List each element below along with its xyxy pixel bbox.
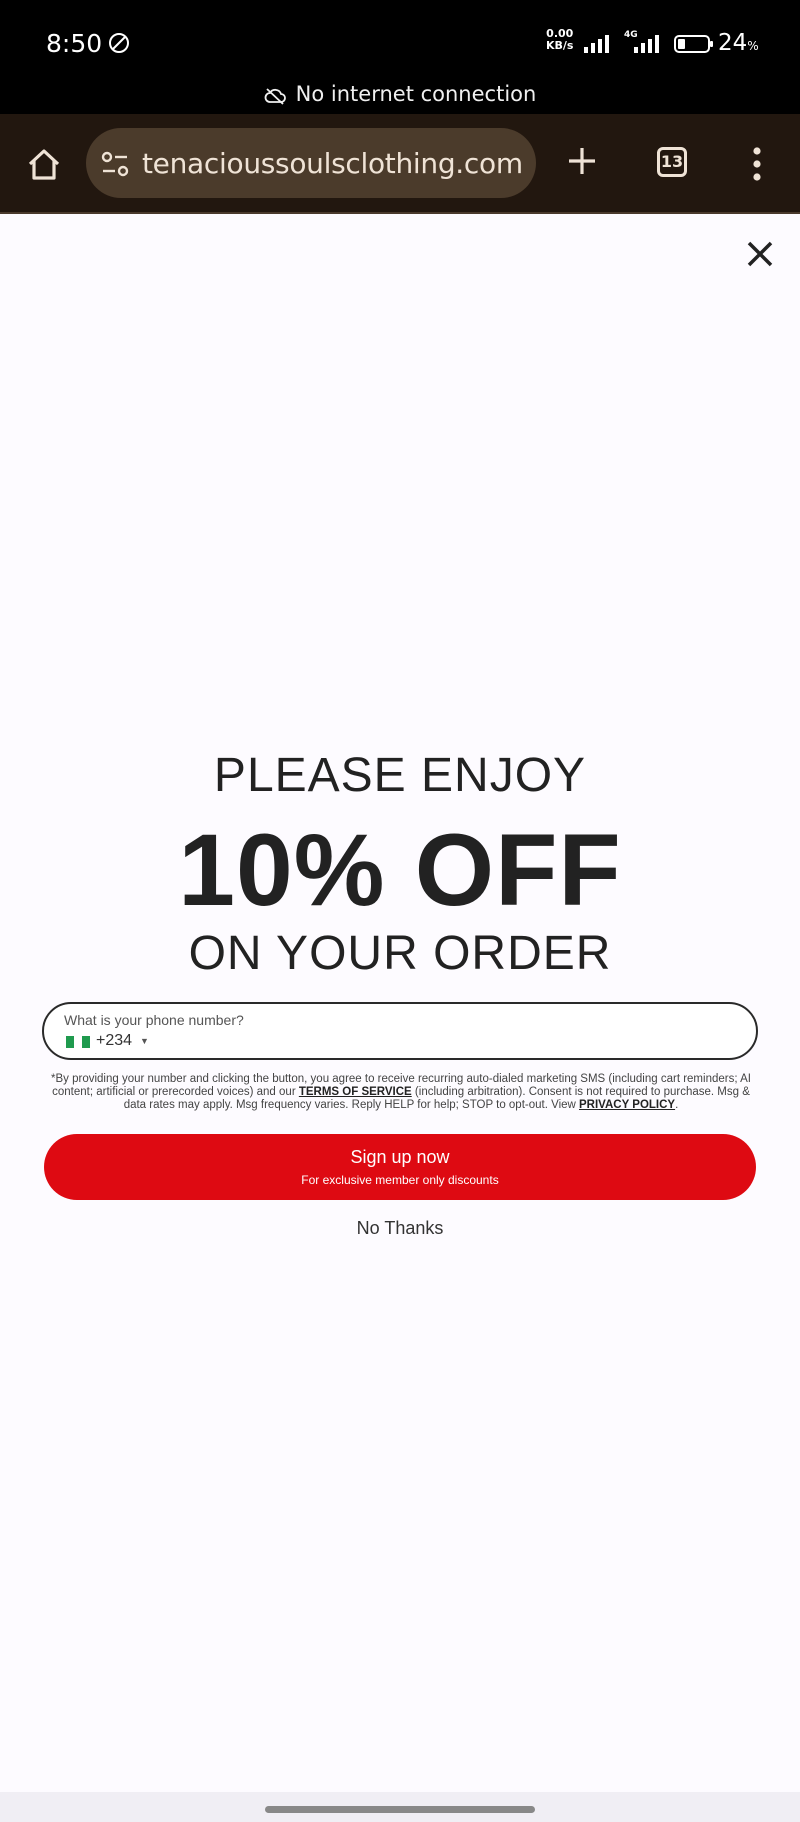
signal-strength-icon	[584, 35, 609, 53]
offer-headline-bottom: ON YOUR ORDER	[188, 927, 612, 980]
sms-consent-disclaimer: *By providing your number and clicking t…	[48, 1073, 754, 1112]
country-code[interactable]: +234	[96, 1032, 132, 1050]
battery-percent-unit: %	[747, 39, 759, 53]
address-bar[interactable]: tenacioussoulsclothing.com	[86, 128, 536, 198]
chevron-down-icon[interactable]: ▼	[140, 1036, 149, 1046]
offline-message: No internet connection	[295, 82, 537, 106]
home-gesture-handle[interactable]	[265, 1806, 535, 1813]
tab-switcher-button[interactable]: 13	[657, 147, 687, 177]
nigeria-flag-icon[interactable]	[66, 1036, 90, 1048]
cloud-off-icon	[264, 88, 286, 105]
privacy-policy-link[interactable]: PRIVACY POLICY	[579, 1099, 675, 1111]
network-speed-unit: KB/s	[546, 39, 574, 52]
network-speed: 0.00 KB/s	[546, 28, 573, 52]
status-time: 8:50	[46, 29, 103, 58]
browser-toolbar: tenacioussoulsclothing.com 13	[0, 114, 800, 214]
disclaimer-text: .	[675, 1099, 679, 1111]
status-bar: 8:50 0.00 KB/s 4G 24% No internet connec…	[0, 0, 800, 114]
battery-icon	[674, 35, 713, 53]
phone-field-label: What is your phone number?	[64, 1012, 244, 1028]
home-icon[interactable]	[24, 144, 64, 184]
offer-headline-top: PLEASE ENJOY	[213, 749, 587, 802]
more-menu-icon[interactable]	[750, 144, 764, 184]
site-settings-icon[interactable]	[100, 150, 130, 178]
offline-banner: No internet connection	[0, 82, 800, 106]
offer-headline-main: 10% OFF	[178, 813, 622, 927]
phone-field[interactable]: What is your phone number? +234 ▼	[42, 1002, 758, 1060]
battery-percent-value: 24	[718, 30, 748, 56]
signal-strength-icon	[634, 35, 659, 53]
url-text: tenacioussoulsclothing.com	[142, 147, 523, 180]
sign-up-sublabel: For exclusive member only discounts	[301, 1173, 499, 1187]
no-thanks-button[interactable]: No Thanks	[0, 1218, 800, 1239]
close-icon[interactable]	[744, 238, 776, 270]
terms-of-service-link[interactable]: TERMS OF SERVICE	[299, 1086, 412, 1098]
phone-input[interactable]	[164, 1032, 734, 1054]
sign-up-button[interactable]: Sign up now For exclusive member only di…	[44, 1134, 756, 1200]
do-not-disturb-icon	[109, 33, 129, 53]
new-tab-icon[interactable]	[566, 145, 598, 177]
sign-up-label: Sign up now	[350, 1147, 450, 1167]
battery-percent: 24%	[718, 30, 759, 56]
